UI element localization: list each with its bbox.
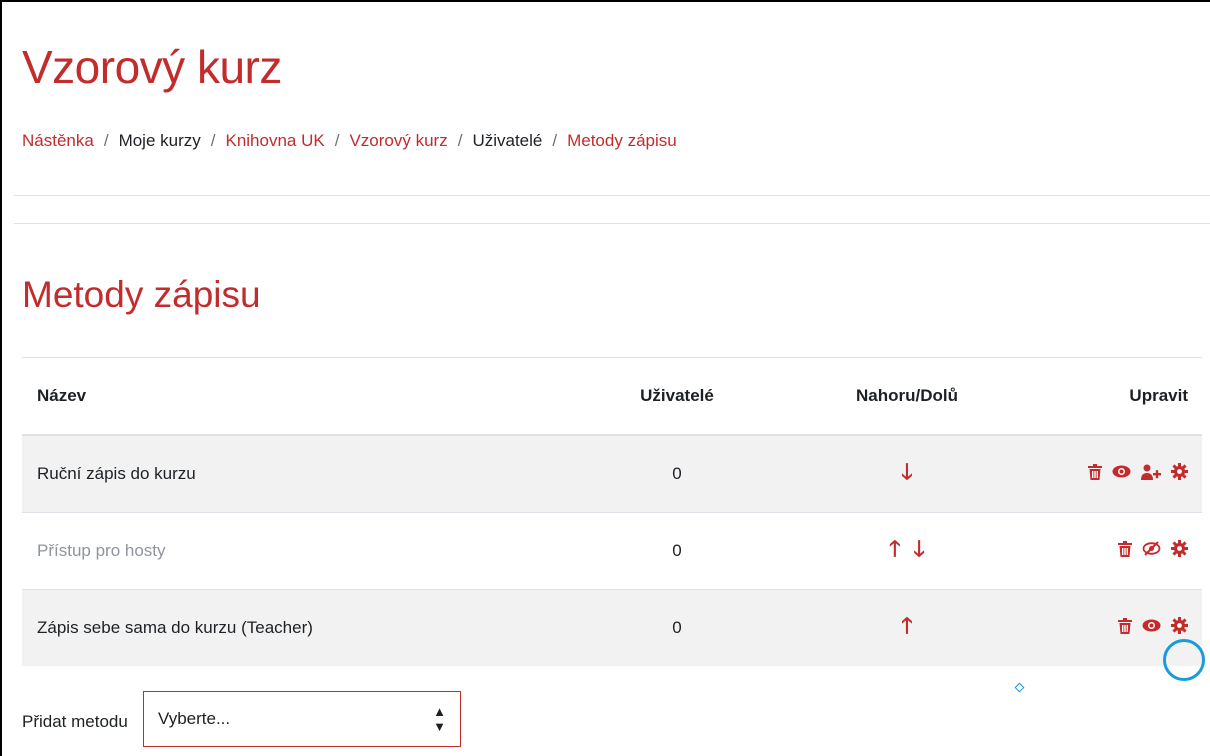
users-count: 0: [592, 434, 762, 513]
arrow-up-icon[interactable]: 🡑: [901, 613, 912, 638]
breadcrumb: Nástěnka / Moje kurzy / Knihovna UK / Vzorový …: [22, 131, 677, 150]
arrow-down-icon[interactable]: 🡓: [913, 536, 924, 561]
trash-icon[interactable]: [1088, 463, 1102, 480]
breadcrumb-item-category[interactable]: Knihovna UK: [225, 131, 324, 150]
add-method-select[interactable]: Vyberte... ▲ ▼: [143, 691, 461, 747]
column-header-users: Uživatelé: [592, 357, 762, 436]
breadcrumb-item-users: Uživatelé: [472, 131, 543, 150]
users-count: 0: [592, 512, 762, 590]
arrow-down-icon[interactable]: 🡓: [901, 459, 912, 484]
column-header-name[interactable]: Název: [22, 357, 592, 436]
add-method-label: Přidat metodu: [22, 712, 128, 731]
column-header-updown: Nahoru/Dolů: [762, 357, 1052, 436]
eye-slash-icon[interactable]: [1142, 541, 1161, 556]
arrow-up-icon[interactable]: 🡑: [889, 536, 900, 561]
select-caret-icon: ▲ ▼: [433, 704, 446, 734]
breadcrumb-item-course[interactable]: Vzorový kurz: [349, 131, 447, 150]
gear-icon[interactable]: [1171, 540, 1188, 558]
method-name: Přístup pro hosty: [22, 512, 592, 590]
table-row: Přístup pro hosty 0 🡑 🡓: [22, 512, 1202, 590]
divider: [14, 223, 1210, 224]
breadcrumb-item-dashboard[interactable]: Nástěnka: [22, 131, 94, 150]
trash-icon[interactable]: [1118, 617, 1132, 634]
table-row: Zápis sebe sama do kurzu (Teacher) 0 🡑: [22, 589, 1202, 666]
method-name: Zápis sebe sama do kurzu (Teacher): [22, 589, 592, 666]
page-title: Metody zápisu: [22, 274, 261, 315]
eye-icon[interactable]: [1142, 619, 1161, 632]
method-name: Ruční zápis do kurzu: [22, 434, 592, 513]
trash-icon[interactable]: [1118, 540, 1132, 557]
table-row: Ruční zápis do kurzu 0 🡓: [22, 434, 1202, 513]
divider: [14, 195, 1210, 196]
enrol-methods-table: Název Uživatelé Nahoru/Dolů Upravit Ručn…: [22, 357, 1202, 666]
enrol-users-icon[interactable]: [1141, 464, 1161, 480]
gear-icon[interactable]: [1171, 463, 1188, 481]
users-count: 0: [592, 589, 762, 666]
breadcrumb-item-my-courses: Moje kurzy: [118, 131, 201, 150]
select-value: Vyberte...: [158, 709, 231, 728]
breadcrumb-item-enrol-methods[interactable]: Metody zápisu: [567, 131, 677, 150]
eye-icon[interactable]: [1112, 465, 1131, 478]
column-header-edit: Upravit: [1052, 357, 1202, 436]
gear-icon[interactable]: [1171, 617, 1188, 635]
course-title: Vzorový kurz: [22, 41, 282, 93]
